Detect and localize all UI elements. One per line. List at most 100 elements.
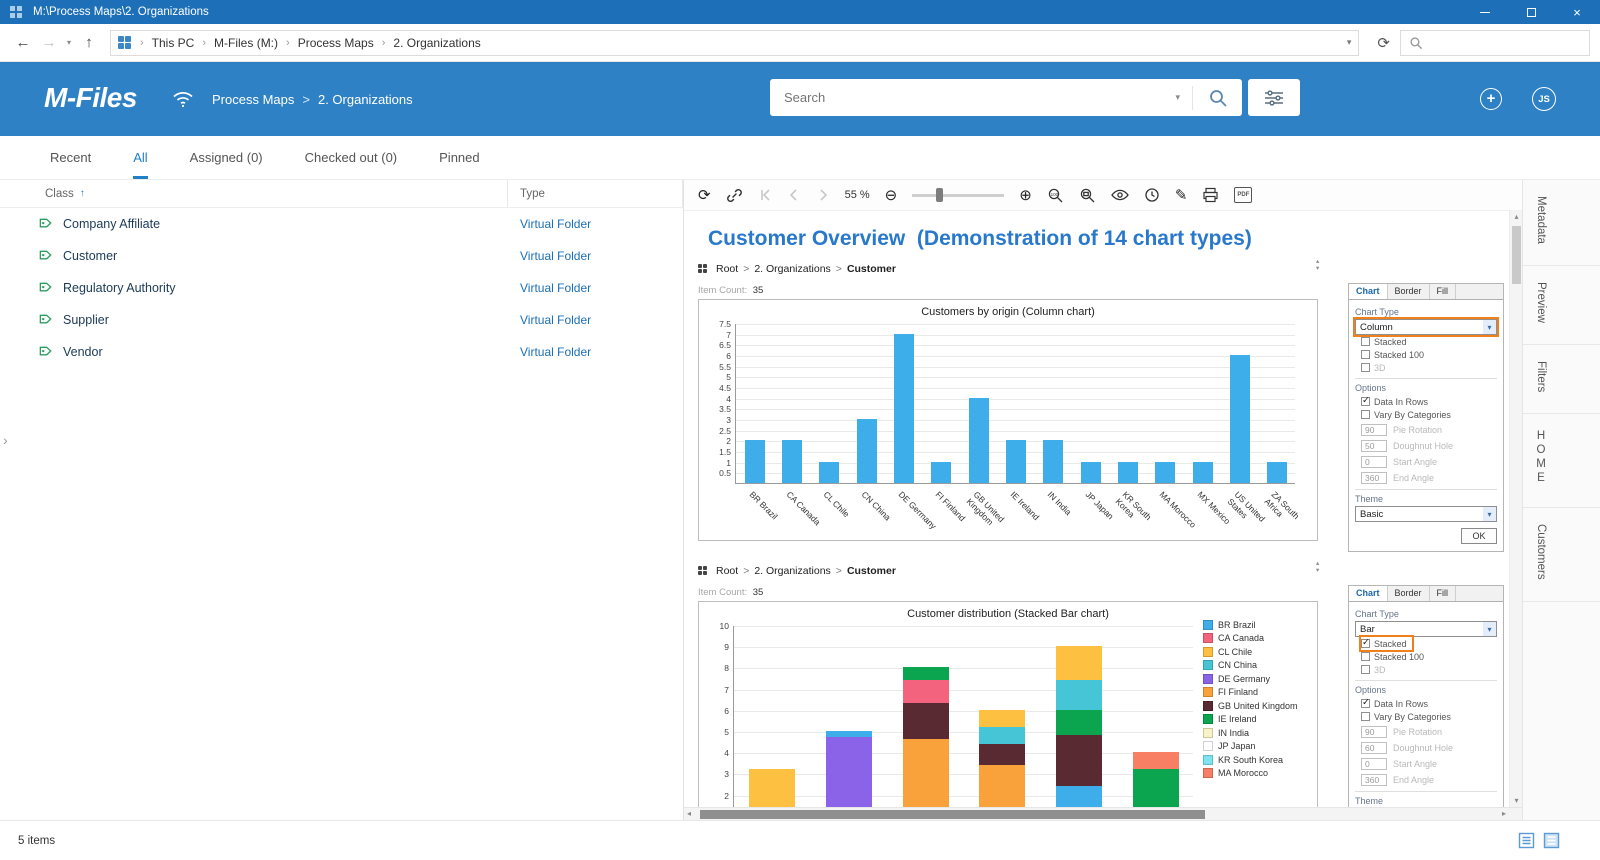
right-tab-home[interactable]: HOME (1523, 414, 1600, 508)
address-crumb-m-files-m-[interactable]: M-Files (M:) (214, 36, 278, 50)
search-filters-button[interactable] (1248, 79, 1300, 116)
address-crumb-2-organizations[interactable]: 2. Organizations (393, 36, 480, 50)
header-breadcrumb[interactable]: Process Maps>2. Organizations (212, 92, 413, 107)
thumbnail-view-icon[interactable] (1543, 832, 1560, 849)
zoom-slider-thumb[interactable] (936, 188, 943, 202)
checkbox-vary-by-categories[interactable] (1361, 712, 1370, 721)
checkbox-stacked-100[interactable] (1361, 652, 1370, 661)
refresh-preview-icon[interactable]: ⟳ (698, 186, 711, 204)
zoom-actual-size-icon[interactable]: 100 (1047, 187, 1064, 204)
vertical-scroll-thumb[interactable] (1512, 226, 1521, 284)
horizontal-scrollbar[interactable]: ◂ ▸ (684, 807, 1522, 820)
checkbox-vary-by-categories[interactable] (1361, 410, 1370, 419)
settings-tab-chart[interactable]: Chart (1349, 284, 1388, 299)
horizontal-scroll-thumb[interactable] (700, 810, 1205, 819)
view-tab-assigned-0-[interactable]: Assigned (0) (190, 136, 263, 179)
legend-item-cn-china: CN China (1203, 659, 1298, 673)
right-tab-filters[interactable]: Filters (1523, 345, 1600, 414)
address-crumb-this-pc[interactable]: This PC (152, 36, 195, 50)
chart-type-select[interactable]: Column▾ (1355, 319, 1497, 335)
search-scope-dropdown-icon[interactable]: ▾ (1163, 92, 1192, 103)
collapse-section-control[interactable]: ▴▾ (1316, 258, 1319, 272)
list-item-regulatory-authority[interactable]: Regulatory AuthorityVirtual Folder (0, 272, 683, 304)
first-page-icon[interactable] (758, 188, 772, 202)
settings-tab-border[interactable]: Border (1388, 586, 1430, 601)
view-tab-recent[interactable]: Recent (50, 136, 91, 179)
address-dropdown-icon[interactable]: ▾ (1347, 37, 1352, 48)
view-tab-pinned[interactable]: Pinned (439, 136, 479, 179)
refresh-button[interactable]: ⟳ (1377, 34, 1390, 52)
checkbox-stacked[interactable] (1361, 639, 1370, 648)
right-tab-customers[interactable]: Customers (1523, 508, 1600, 602)
right-tab-metadata[interactable]: Metadata (1523, 180, 1600, 266)
pie-rotation-input[interactable]: 90 (1361, 424, 1387, 436)
doughnut-hole-input[interactable]: 50 (1361, 440, 1387, 452)
scroll-down-arrow[interactable]: ▾ (1510, 796, 1523, 805)
doughnut-hole-input[interactable]: 60 (1361, 742, 1387, 754)
checkbox-3d[interactable] (1361, 363, 1370, 372)
close-button[interactable]: × (1554, 0, 1600, 24)
search-input[interactable] (770, 90, 1163, 105)
vertical-scrollbar[interactable]: ▴ ▾ (1509, 210, 1522, 807)
back-button[interactable]: ← (10, 34, 36, 51)
checkbox-3d[interactable] (1361, 665, 1370, 674)
stacked-segment-br-brazil (826, 731, 872, 737)
checkbox-data-in-rows[interactable] (1361, 397, 1370, 406)
collapse-section-control[interactable]: ▴▾ (1316, 560, 1319, 574)
details-view-icon[interactable] (1518, 832, 1535, 849)
up-button[interactable]: ↑ (76, 34, 102, 51)
annotate-pencil-icon[interactable]: ✎ (1175, 186, 1188, 204)
address-crumb-process-maps[interactable]: Process Maps (298, 36, 374, 50)
scroll-up-arrow[interactable]: ▴ (1510, 212, 1523, 221)
start-angle-input[interactable]: 0 (1361, 456, 1387, 468)
column-header-type[interactable]: Type (508, 180, 683, 207)
print-icon[interactable] (1202, 187, 1219, 203)
end-angle-input[interactable]: 360 (1361, 472, 1387, 484)
zoom-slider[interactable] (912, 187, 1004, 203)
explorer-search-box[interactable] (1400, 30, 1590, 56)
history-dropdown-icon[interactable]: ▾ (62, 38, 76, 47)
settings-tab-fill[interactable]: Fill (1430, 284, 1457, 299)
chart-type-select[interactable]: Bar▾ (1355, 621, 1497, 637)
settings-tab-fill[interactable]: Fill (1430, 586, 1457, 601)
left-pane-expander[interactable]: › (3, 432, 8, 448)
user-avatar[interactable]: JS (1532, 87, 1556, 111)
view-tab-checked-out-0-[interactable]: Checked out (0) (305, 136, 398, 179)
search-bar[interactable]: ▾ (770, 79, 1242, 116)
search-button[interactable] (1192, 86, 1242, 110)
address-bar[interactable]: ›This PC›M-Files (M:)›Process Maps›2. Or… (110, 30, 1359, 56)
zoom-fit-icon[interactable] (1079, 187, 1096, 204)
end-angle-input[interactable]: 360 (1361, 774, 1387, 786)
history-icon[interactable] (1144, 187, 1160, 203)
maximize-button[interactable] (1508, 0, 1554, 24)
convert-to-pdf-icon[interactable]: PDF (1234, 187, 1252, 203)
list-item-supplier[interactable]: SupplierVirtual Folder (0, 304, 683, 336)
zoom-out-icon[interactable]: ⊖ (885, 186, 898, 204)
view-tab-all[interactable]: All (133, 136, 147, 179)
settings-tab-border[interactable]: Border (1388, 284, 1430, 299)
scroll-right-arrow[interactable]: ▸ (1502, 809, 1506, 818)
start-angle-input[interactable]: 0 (1361, 758, 1387, 770)
list-item-company-affiliate[interactable]: Company AffiliateVirtual Folder (0, 208, 683, 240)
zoom-in-icon[interactable]: ⊕ (1019, 186, 1032, 204)
pie-rotation-input[interactable]: 90 (1361, 726, 1387, 738)
minimize-button[interactable] (1462, 0, 1508, 24)
explorer-search-input[interactable] (1431, 36, 1581, 50)
theme-select[interactable]: Basic▾ (1355, 506, 1497, 522)
checkbox-data-in-rows[interactable] (1361, 699, 1370, 708)
link-icon[interactable] (726, 187, 743, 204)
checkbox-stacked[interactable] (1361, 337, 1370, 346)
next-page-icon[interactable] (816, 188, 830, 202)
preview-eye-icon[interactable] (1111, 189, 1129, 201)
list-item-customer[interactable]: CustomerVirtual Folder (0, 240, 683, 272)
create-new-button[interactable]: + (1480, 88, 1502, 110)
column-header-class[interactable]: Class ↑ (0, 180, 508, 207)
settings-tab-chart[interactable]: Chart (1349, 586, 1388, 601)
scroll-left-arrow[interactable]: ◂ (687, 809, 691, 818)
ok-button[interactable]: OK (1461, 528, 1497, 544)
forward-button[interactable]: → (36, 34, 62, 51)
checkbox-stacked-100[interactable] (1361, 350, 1370, 359)
right-tab-preview[interactable]: Preview (1523, 266, 1600, 345)
list-item-vendor[interactable]: VendorVirtual Folder (0, 336, 683, 368)
previous-page-icon[interactable] (787, 188, 801, 202)
